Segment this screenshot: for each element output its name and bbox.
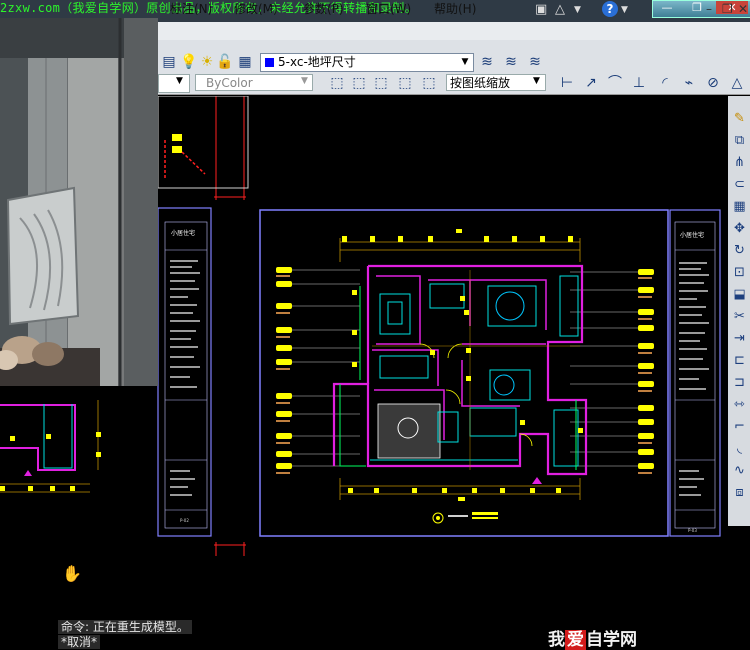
layer-properties-icon[interactable]: ▤ (160, 53, 178, 71)
help-icon[interactable]: ? (602, 1, 618, 17)
left-callout-leaders (292, 269, 360, 467)
jogged-dimension-icon[interactable]: ⌁ (680, 74, 698, 92)
break-icon[interactable]: ⊏ (731, 352, 748, 369)
ordinate-dimension-icon[interactable]: ⊥ (630, 74, 648, 92)
dimension-markers-bottom (348, 488, 561, 501)
break-at-point-icon[interactable]: ⊐ (731, 374, 748, 391)
stretch-icon[interactable]: ⬓ (731, 286, 748, 303)
menu-dimension[interactable]: 标注(N) (170, 1, 212, 17)
array-icon[interactable]: ▦ (731, 198, 748, 215)
scale-arrow-icon[interactable]: ▼ (533, 76, 540, 86)
copy-icon[interactable]: ⧉ (731, 132, 748, 149)
sheet-main-border (259, 209, 669, 537)
layer-previous-icon[interactable]: ≋ (502, 53, 520, 71)
diameter-dimension-icon[interactable]: ⊘ (704, 74, 722, 92)
sun-icon[interactable]: ☀ (198, 53, 216, 71)
drawing-title-underline (472, 517, 498, 519)
minimize-button[interactable]: — (654, 1, 680, 14)
angular-dimension-icon[interactable]: △ (728, 74, 746, 92)
linear-dimension-icon[interactable]: ⊢ (558, 74, 576, 92)
sheet-code-right: P-03 (688, 528, 697, 533)
sheet-title-right: 小居住宅 (680, 231, 704, 239)
title-block-notes-left (170, 260, 200, 496)
dimension-ticks-left (0, 432, 101, 491)
right-callout-text (638, 277, 652, 474)
annotation-scale-dropdown[interactable]: 按图纸缩放 (446, 74, 546, 91)
section-marker-left (24, 470, 32, 476)
sheet-code-left: P-02 (180, 518, 189, 523)
menu-help[interactable]: 帮助(H) (434, 1, 476, 17)
right-callout-tags (638, 269, 654, 469)
arc-length-icon[interactable]: ⌒ (606, 74, 624, 92)
layer-match-icon[interactable]: ≋ (526, 53, 544, 71)
save-icon[interactable]: ▣ (535, 1, 547, 19)
layer-state-icon[interactable]: ▦ (236, 53, 254, 71)
doc-minimize-button[interactable]: – (706, 1, 712, 17)
layer-dropdown[interactable]: 5-xc-地坪尺寸 (260, 53, 474, 72)
menu-window[interactable]: 窗口(W) (366, 1, 411, 17)
layer-dropdown-arrow-icon[interactable]: ▼ (458, 54, 472, 70)
viewport-guides (214, 96, 246, 556)
help-dropdown-icon[interactable]: ▼ (621, 1, 628, 19)
explode-icon[interactable]: ⧈ (731, 484, 748, 501)
fillet-icon[interactable]: ◟ (731, 440, 748, 457)
sheet-title-left: 小居住宅 (171, 229, 195, 237)
rotate-icon[interactable]: ↻ (731, 242, 748, 259)
menu-parametric[interactable]: 参数(P) (303, 1, 344, 17)
dimension-markers-top (342, 229, 573, 242)
zoom-extents-icon[interactable]: ⬚ (350, 74, 368, 92)
plot-style-arrow-icon: ▼ (301, 76, 308, 86)
zoom-all-icon[interactable]: ⬚ (420, 74, 438, 92)
radius-dimension-icon[interactable]: ◜ (656, 74, 674, 92)
doc-restore-button[interactable]: ❐ (722, 1, 733, 17)
mirror-icon[interactable]: ⋔ (731, 154, 748, 171)
interior-photo (0, 18, 158, 386)
drawing-title-bar (472, 512, 498, 515)
move-icon[interactable]: ✥ (731, 220, 748, 237)
menu-bar (158, 22, 750, 41)
small-viewport (157, 96, 249, 189)
zoom-window-icon[interactable]: ⬚ (328, 74, 346, 92)
erase-icon[interactable]: ✎ (731, 110, 748, 127)
color-dropdown[interactable] (158, 74, 190, 93)
title-block-notes-right (679, 262, 709, 496)
drawing-title-text (448, 515, 468, 517)
right-callout-leaders (570, 271, 638, 467)
offset-icon[interactable]: ⊂ (731, 176, 748, 193)
pan-hand-cursor-icon: ✋ (62, 564, 82, 583)
blend-curves-icon[interactable]: ∿ (731, 462, 748, 479)
floor-plan-left-fragment (0, 400, 99, 493)
scale-icon[interactable]: ⊡ (731, 264, 748, 281)
lightbulb-icon[interactable]: 💡 (180, 53, 198, 71)
extend-icon[interactable]: ⇥ (731, 330, 748, 347)
zoom-out-icon[interactable]: ⬚ (396, 74, 414, 92)
chamfer-icon[interactable]: ⌐ (731, 418, 748, 435)
background-photo (0, 18, 158, 386)
chevron-down-icon[interactable]: ▼ (574, 1, 581, 19)
triangle-tool-icon[interactable]: △ (555, 1, 565, 19)
lock-icon[interactable]: 🔓 (216, 53, 234, 71)
layer-color-swatch (265, 58, 274, 67)
plot-style-dropdown[interactable]: ByColor (195, 74, 313, 91)
zoom-in-icon[interactable]: ⬚ (372, 74, 390, 92)
join-icon[interactable]: ⇿ (731, 396, 748, 413)
north-symbol-center (436, 516, 440, 520)
menu-modify[interactable]: 修改(M) (234, 1, 278, 17)
make-current-layer-icon[interactable]: ≋ (478, 53, 496, 71)
layer-name: 5-xc-地坪尺寸 (278, 55, 356, 69)
doc-close-button[interactable]: ✕ (738, 1, 748, 17)
ucs-marker-icon (164, 134, 206, 178)
aligned-dimension-icon[interactable]: ↗ (582, 74, 600, 92)
command-history-line: 命令: 正在重生成模型。 (58, 620, 192, 634)
trim-icon[interactable]: ✂ (731, 308, 748, 325)
color-dropdown-arrow-icon[interactable]: ▼ (176, 76, 183, 86)
section-marker-main (532, 477, 542, 484)
site-logo: 我爱自学网 (548, 630, 637, 650)
command-prompt-line[interactable]: *取消* (58, 635, 101, 649)
